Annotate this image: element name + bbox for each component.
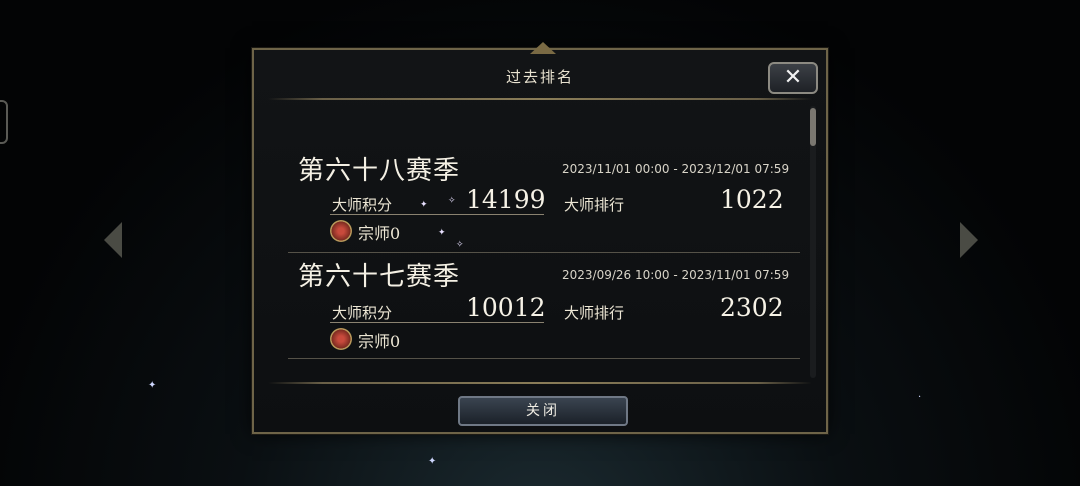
season-time-range: 2023/11/01 00:00 - 2023/12/01 07:59 [562, 162, 790, 176]
side-tab[interactable] [0, 100, 8, 144]
close-button[interactable]: 关闭 [458, 396, 628, 426]
rank-label: 大师排行 [564, 304, 625, 322]
star-decoration: · [918, 392, 922, 403]
rank-value: 2302 [720, 293, 784, 322]
star-decoration: ✦ [148, 380, 157, 391]
rank-badge-icon [330, 328, 352, 350]
divider [330, 214, 544, 215]
sparkle-icon: ✦ [420, 200, 428, 210]
score-label: 大师积分 [332, 304, 393, 322]
score-value: 10012 [466, 293, 546, 322]
divider [330, 322, 544, 323]
sparkle-icon: ✦ [438, 228, 446, 238]
scrollbar[interactable] [810, 106, 816, 378]
rank-label: 大师排行 [564, 196, 625, 214]
season-list[interactable]: 第六十八赛季 2023/11/01 00:00 - 2023/12/01 07:… [268, 102, 812, 382]
scroll-thumb[interactable] [810, 108, 816, 146]
divider [288, 252, 800, 253]
rank-value: 1022 [720, 185, 784, 214]
season-time-range: 2023/09/26 10:00 - 2023/11/01 07:59 [562, 268, 790, 282]
star-decoration: ✦ [428, 456, 437, 467]
close-icon[interactable]: ✕ [768, 62, 818, 94]
score-value: 14199 [466, 185, 546, 214]
rank-badge-icon [330, 220, 352, 242]
previous-arrow-icon[interactable] [104, 222, 122, 258]
dialog-title: 过去排名 [505, 68, 574, 86]
sparkle-icon: ✧ [448, 196, 456, 206]
divider [268, 98, 812, 100]
divider [288, 358, 800, 359]
list-item: 第六十八赛季 2023/11/01 00:00 - 2023/12/01 07:… [284, 150, 804, 254]
score-label: 大师积分 [332, 196, 393, 214]
sparkle-icon: ✧ [456, 240, 464, 250]
next-arrow-icon[interactable] [960, 222, 978, 258]
list-item: 第六十七赛季 2023/09/26 10:00 - 2023/11/01 07:… [284, 256, 804, 360]
divider [268, 382, 812, 384]
season-name: 第六十七赛季 [298, 262, 461, 292]
rank-title: 宗师0 [358, 224, 401, 243]
past-ranking-dialog: 过去排名 ✕ 第六十八赛季 2023/11/01 00:00 - 2023/12… [252, 42, 828, 434]
rank-title: 宗师0 [358, 332, 401, 351]
season-name: 第六十八赛季 [298, 156, 461, 186]
